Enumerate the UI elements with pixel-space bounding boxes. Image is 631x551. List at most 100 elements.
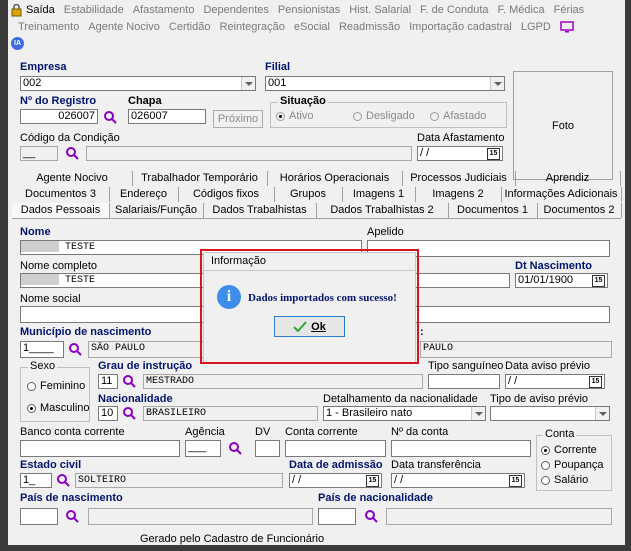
data-admissao-input[interactable]: / /15 bbox=[289, 473, 382, 488]
pais-nacionalidade-label: País de nacionalidade bbox=[318, 492, 433, 504]
conta-label: Conta bbox=[543, 428, 577, 440]
search-icon[interactable] bbox=[68, 342, 82, 356]
search-icon[interactable] bbox=[122, 406, 136, 420]
chapa-input[interactable]: 026007 bbox=[128, 109, 206, 124]
registro-input[interactable]: 026007 bbox=[20, 109, 98, 124]
menu-lgpd[interactable]: LGPD bbox=[521, 21, 551, 33]
menu-pensionistas[interactable]: Pensionistas bbox=[278, 4, 340, 16]
conta-corrente-input[interactable] bbox=[285, 440, 386, 457]
tipo-aviso-previo-select[interactable] bbox=[490, 406, 610, 421]
menu-afastamento[interactable]: Afastamento bbox=[133, 4, 195, 16]
menu-f-medica[interactable]: F. Médica bbox=[498, 4, 545, 16]
sexo-feminino-radio[interactable]: Feminino bbox=[27, 380, 85, 392]
photo-label: Foto bbox=[551, 119, 574, 132]
menu-estabilidade[interactable]: Estabilidade bbox=[64, 4, 124, 16]
tab-documentos-1[interactable]: Documentos 1 bbox=[448, 203, 538, 218]
municipio-name: SÃO PAULO bbox=[88, 341, 213, 358]
empresa-select[interactable]: 002 bbox=[20, 76, 256, 91]
menu-importacao-cadastral[interactable]: Importação cadastral bbox=[409, 21, 512, 33]
situacao-desligado-radio[interactable]: Desligado bbox=[353, 110, 415, 122]
pais-nascimento-code-input[interactable] bbox=[20, 508, 58, 525]
conta-corrente-label: Conta corrente bbox=[285, 426, 358, 438]
nacionalidade-code-input[interactable]: 10 bbox=[98, 406, 118, 421]
menu-hist-salarial[interactable]: Hist. Salarial bbox=[349, 4, 411, 16]
proximo-button[interactable]: Próximo bbox=[213, 110, 263, 128]
monitor-icon[interactable] bbox=[560, 21, 574, 33]
tab-codigos-fixos[interactable]: Códigos fixos bbox=[178, 187, 275, 202]
search-icon[interactable] bbox=[65, 509, 79, 523]
data-aviso-previo-input[interactable]: / /15 bbox=[505, 374, 605, 389]
banco-input[interactable] bbox=[20, 440, 180, 457]
tab-dados-pessoais[interactable]: Dados Pessoais bbox=[12, 203, 110, 218]
redacted-block bbox=[21, 274, 59, 285]
search-icon[interactable] bbox=[122, 374, 136, 388]
tab-processos-judiciais[interactable]: Processos Judiciais bbox=[402, 171, 516, 186]
agencia-input[interactable]: ___ bbox=[185, 440, 221, 457]
grau-instrucao-code-input[interactable]: 11 bbox=[98, 374, 118, 389]
menu-readmissao[interactable]: Readmissão bbox=[339, 21, 400, 33]
pais-nascimento-label: País de nascimento bbox=[20, 492, 123, 504]
data-admissao-label: Data de admissão bbox=[289, 459, 383, 471]
data-aviso-previo-label: Data aviso prévio bbox=[505, 360, 590, 372]
tab-aprendiz[interactable]: Aprendiz bbox=[515, 171, 621, 186]
tab-horarios-operacionais[interactable]: Horários Operacionais bbox=[267, 171, 403, 186]
situacao-afastado-radio[interactable]: Afastado bbox=[430, 110, 486, 122]
sexo-masculino-radio[interactable]: Masculino bbox=[27, 402, 90, 414]
tab-trabalhador-temporario[interactable]: Trabalhador Temporário bbox=[132, 171, 268, 186]
dt-nascimento-input[interactable]: 01/01/1900 15 bbox=[515, 273, 608, 288]
tab-endereco[interactable]: Endereço bbox=[109, 187, 179, 202]
menu-saida[interactable]: Saída bbox=[26, 4, 55, 16]
detalhamento-select[interactable]: 1 - Brasileiro nato bbox=[323, 406, 486, 421]
data-transferencia-input[interactable]: / /15 bbox=[391, 473, 525, 488]
tab-imagens-1[interactable]: Imagens 1 bbox=[342, 187, 416, 202]
data-afastamento-input[interactable]: / /15 bbox=[417, 146, 503, 161]
estado-civil-code-input[interactable]: 1_ bbox=[20, 473, 52, 488]
menu-certidao[interactable]: Certidão bbox=[169, 21, 211, 33]
conta-salario-radio[interactable]: Salário bbox=[541, 474, 588, 486]
tab-grupos[interactable]: Grupos bbox=[274, 187, 343, 202]
conta-poupanca-radio[interactable]: Poupança bbox=[541, 459, 604, 471]
search-icon[interactable] bbox=[65, 146, 79, 160]
calendar-icon[interactable]: 15 bbox=[366, 475, 379, 487]
situacao-ativo-radio[interactable]: Ativo bbox=[276, 110, 313, 122]
search-icon[interactable] bbox=[228, 441, 242, 455]
search-icon[interactable] bbox=[56, 473, 70, 487]
registro-label: Nº do Registro bbox=[20, 95, 97, 107]
tab-salariais-funcao[interactable]: Salariais/Função bbox=[109, 203, 204, 218]
codigo-condicao-input[interactable]: __ bbox=[20, 146, 58, 161]
pais-nacionalidade-desc bbox=[386, 508, 612, 525]
nome-social-label: Nome social bbox=[20, 293, 81, 305]
search-icon[interactable] bbox=[103, 110, 117, 124]
tab-dados-trabalhistas-2[interactable]: Dados Trabalhistas 2 bbox=[316, 203, 449, 218]
dv-input[interactable] bbox=[255, 440, 280, 457]
tab-documentos-3[interactable]: Documentos 3 bbox=[12, 187, 110, 202]
tipo-sanguineo-input[interactable] bbox=[428, 374, 500, 389]
tab-row-3: Dados Pessoais Salariais/Função Dados Tr… bbox=[12, 203, 622, 219]
pais-nacionalidade-code-input[interactable] bbox=[318, 508, 356, 525]
calendar-icon[interactable]: 15 bbox=[509, 475, 522, 487]
tab-documentos-2[interactable]: Documentos 2 bbox=[537, 203, 622, 218]
photo-box[interactable]: Foto bbox=[513, 71, 613, 180]
menu-reintegracao[interactable]: Reintegração bbox=[219, 21, 284, 33]
menu-f-conduta[interactable]: F. de Conduta bbox=[420, 4, 489, 16]
menu-treinamento[interactable]: Treinamento bbox=[18, 21, 79, 33]
municipio-code-input[interactable]: 1____ bbox=[20, 341, 64, 358]
menu-dependentes[interactable]: Dependentes bbox=[203, 4, 268, 16]
tab-dados-trabalhistas[interactable]: Dados Trabalhistas bbox=[203, 203, 317, 218]
calendar-icon[interactable]: 15 bbox=[487, 148, 500, 160]
search-icon[interactable] bbox=[364, 509, 378, 523]
conta-corrente-radio[interactable]: Corrente bbox=[541, 444, 597, 456]
tipo-sanguineo-label: Tipo sanguíneo bbox=[428, 360, 504, 372]
menu-agente-nocivo[interactable]: Agente Nocivo bbox=[88, 21, 160, 33]
tab-informacoes-adicionais[interactable]: Informações Adicionais bbox=[501, 187, 622, 202]
tab-imagens-2[interactable]: Imagens 2 bbox=[415, 187, 502, 202]
ia-assistant-icon[interactable]: IA bbox=[11, 37, 24, 50]
filial-select[interactable]: 001 bbox=[265, 76, 505, 91]
menu-esocial[interactable]: eSocial bbox=[294, 21, 330, 33]
menu-ferias[interactable]: Férias bbox=[554, 4, 585, 16]
chevron-down-icon bbox=[490, 77, 504, 90]
tab-agente-nocivo[interactable]: Agente Nocivo bbox=[12, 171, 133, 186]
calendar-icon[interactable]: 15 bbox=[592, 275, 605, 287]
num-conta-input[interactable] bbox=[391, 440, 531, 457]
calendar-icon[interactable]: 15 bbox=[589, 376, 602, 388]
